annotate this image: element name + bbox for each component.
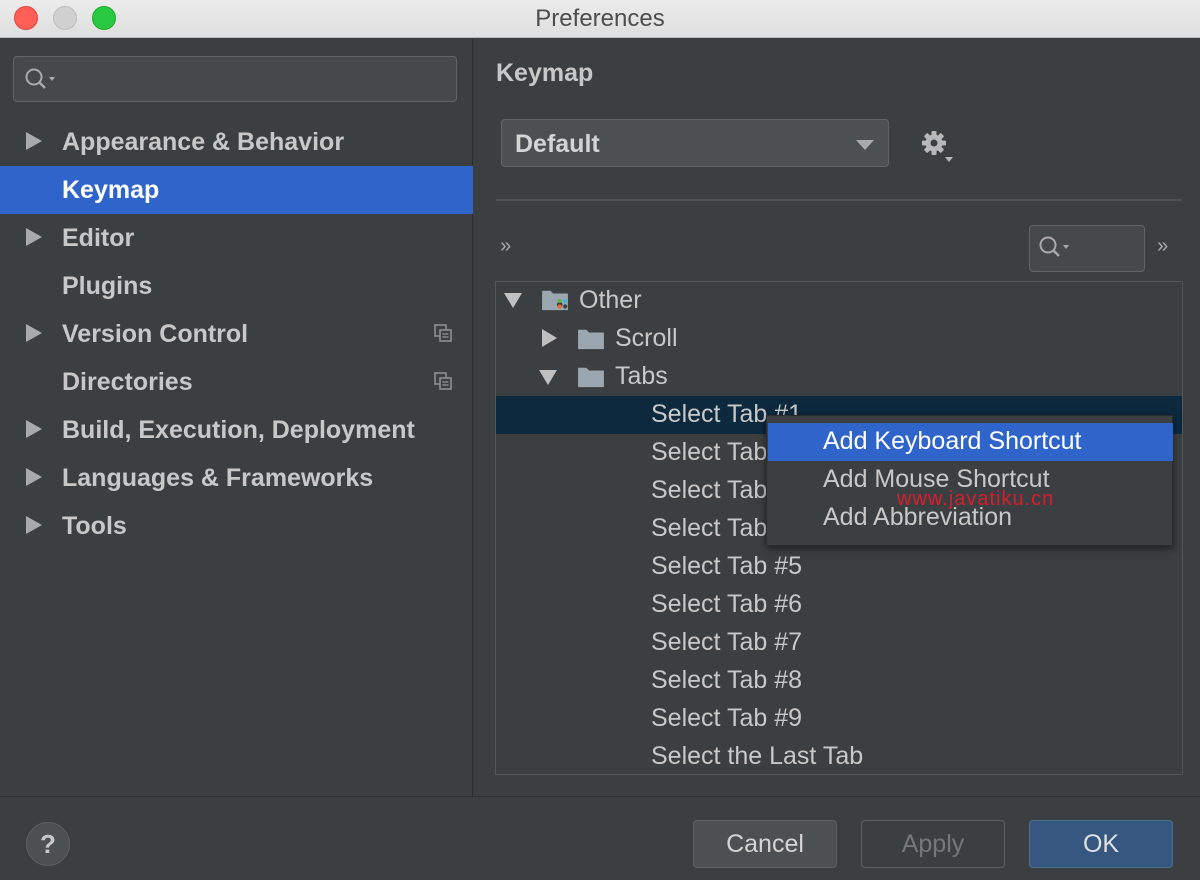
- sidebar-item-label: Appearance & Behavior: [62, 128, 345, 156]
- sidebar-item-label: Editor: [62, 224, 135, 252]
- collapsed-arrow-icon[interactable]: [26, 468, 42, 486]
- collapsed-arrow-icon[interactable]: [26, 228, 42, 246]
- keymap-select-value: Default: [515, 130, 600, 158]
- sidebar-item-plugins[interactable]: Plugins: [0, 262, 473, 310]
- dialog-footer: ? Cancel Apply OK: [0, 796, 1200, 880]
- sidebar-item-label: Version Control: [62, 320, 249, 348]
- collapsed-arrow-icon[interactable]: [26, 324, 42, 342]
- search-icon: [1039, 236, 1069, 257]
- folder-icon: [578, 367, 604, 388]
- window-title: Preferences: [535, 5, 665, 32]
- page-title: Keymap: [496, 59, 594, 87]
- collapsed-arrow-icon[interactable]: [26, 516, 42, 534]
- keymap-select[interactable]: Default: [501, 119, 889, 167]
- help-button[interactable]: ?: [26, 822, 70, 866]
- collapsed-arrow-icon[interactable]: [26, 420, 42, 438]
- tree-action-row[interactable]: Select Tab #8: [496, 662, 1182, 700]
- settings-search[interactable]: [13, 56, 457, 102]
- sidebar-item-label: Languages & Frameworks: [62, 464, 374, 492]
- tree-node-tabs[interactable]: Tabs: [496, 358, 1182, 396]
- tree-action-label: Select Tab #5: [651, 552, 803, 580]
- folder-special-icon: [542, 290, 568, 311]
- tree-node-label: Scroll: [615, 324, 678, 352]
- collapsed-arrow-icon[interactable]: [542, 329, 557, 347]
- sidebar-item-languages-frameworks[interactable]: Languages & Frameworks: [0, 454, 473, 502]
- gear-icon[interactable]: [920, 129, 954, 163]
- tree-action-row[interactable]: Select Tab #9: [496, 700, 1182, 738]
- tree-action-label: Select the Last Tab: [651, 742, 864, 770]
- tree-action-label: Select Tab #7: [651, 628, 803, 656]
- tree-action-row[interactable]: Select Tab #5: [496, 548, 1182, 586]
- expanded-arrow-icon[interactable]: [504, 293, 522, 308]
- expand-all-button[interactable]: ››: [500, 235, 511, 258]
- sidebar-item-label: Directories: [62, 368, 193, 396]
- watermark-text: www.javatiku.cn: [897, 488, 1055, 510]
- sidebar-item-version-control[interactable]: Version Control: [0, 310, 473, 358]
- sidebar-item-label: Plugins: [62, 272, 153, 300]
- title-bar: Preferences: [0, 0, 1200, 38]
- tree-node-label: Tabs: [615, 362, 668, 390]
- expanded-arrow-icon[interactable]: [539, 370, 557, 385]
- sidebar-item-keymap[interactable]: Keymap: [0, 166, 473, 214]
- project-level-icon: [434, 324, 452, 342]
- tree-node-scroll[interactable]: Scroll: [496, 320, 1182, 358]
- sidebar-item-editor[interactable]: Editor: [0, 214, 473, 262]
- sidebar-item-label: Keymap: [62, 176, 160, 204]
- menu-item-add-keyboard-shortcut[interactable]: Add Keyboard Shortcut: [768, 423, 1173, 461]
- tree-action-label: Select Tab #9: [651, 704, 803, 732]
- tree-node-other[interactable]: Other: [496, 282, 1182, 320]
- action-search[interactable]: [1029, 225, 1145, 272]
- apply-button[interactable]: Apply: [861, 820, 1005, 868]
- tree-node-label: Other: [579, 286, 642, 314]
- tree-action-row[interactable]: Select the Last Tab: [496, 738, 1182, 774]
- cancel-button[interactable]: Cancel: [693, 820, 837, 868]
- sidebar-item-label: Build, Execution, Deployment: [62, 416, 415, 444]
- menu-item-label: Add Keyboard Shortcut: [823, 427, 1082, 455]
- sidebar-item-build-execution-deployment[interactable]: Build, Execution, Deployment: [0, 406, 473, 454]
- search-icon: [25, 68, 55, 89]
- context-menu: Add Keyboard Shortcut Add Mouse Shortcut A…: [766, 415, 1173, 546]
- project-level-icon: [434, 372, 452, 390]
- chevron-down-icon: [856, 140, 874, 150]
- tree-action-row[interactable]: Select Tab #6: [496, 586, 1182, 624]
- sidebar-item-directories[interactable]: Directories: [0, 358, 473, 406]
- folder-icon: [578, 329, 604, 350]
- tree-action-label: Select Tab #6: [651, 590, 803, 618]
- settings-sidebar: Appearance & Behavior Keymap Editor Plugins…: [0, 39, 473, 796]
- settings-search-input[interactable]: [66, 63, 446, 95]
- tree-action-label: Select Tab #8: [651, 666, 803, 694]
- sidebar-item-tools[interactable]: Tools: [0, 502, 473, 550]
- sidebar-item-label: Tools: [62, 512, 127, 540]
- collapsed-arrow-icon[interactable]: [26, 132, 42, 150]
- tree-action-row[interactable]: Select Tab #7: [496, 624, 1182, 662]
- ok-button[interactable]: OK: [1029, 820, 1173, 868]
- divider: [496, 199, 1182, 201]
- sidebar-item-appearance-behavior[interactable]: Appearance & Behavior: [0, 118, 473, 166]
- more-toolbar-button[interactable]: ››: [1157, 235, 1168, 258]
